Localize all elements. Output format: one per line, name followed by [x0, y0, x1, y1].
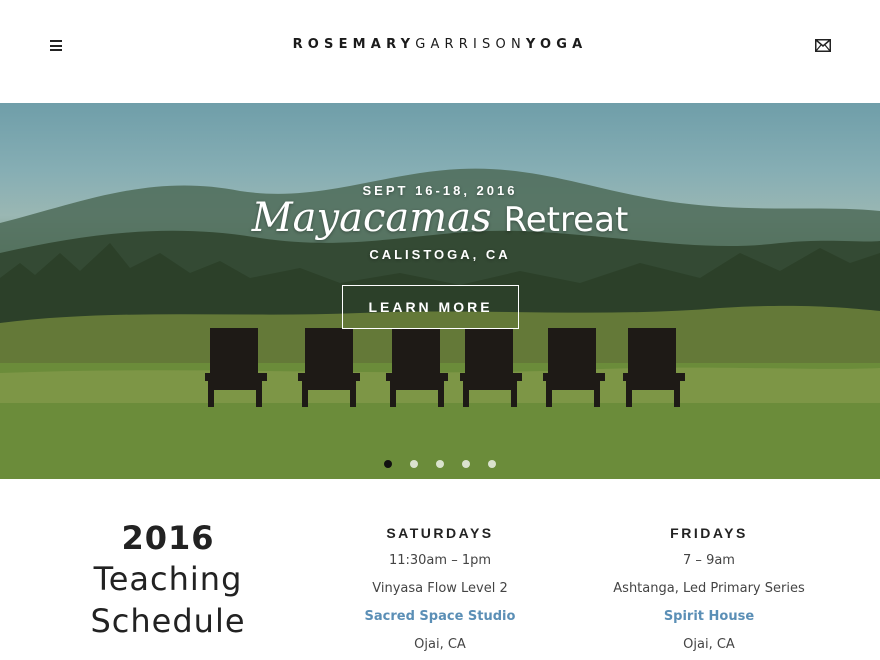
logo-part-garrison: GARRISON	[415, 37, 526, 52]
schedule-column-saturdays: SATURDAYS 11:30am – 1pm Vinyasa Flow Lev…	[300, 524, 580, 660]
schedule-time: 11:30am – 1pm	[388, 553, 492, 568]
learn-more-button[interactable]: LEARN MORE	[342, 285, 519, 329]
schedule-day: FRIDAYS	[670, 525, 748, 541]
slider-dot-5[interactable]	[488, 460, 497, 468]
hero-slider: SEPT 16-18, 2016 Mayacamas Retreat CALIS…	[0, 103, 880, 479]
slider-dot-3[interactable]	[436, 460, 444, 468]
schedule-studio-link[interactable]: Sacred Space Studio	[300, 608, 580, 636]
slider-pagination	[0, 453, 880, 472]
schedule-class: Vinyasa Flow Level 2	[372, 581, 508, 596]
hero-title: Mayacamas Retreat	[0, 195, 880, 241]
slider-dot-1[interactable]	[383, 460, 392, 468]
schedule-title-line1: Teaching	[93, 560, 243, 598]
logo-part-yoga: YOGA	[525, 37, 588, 52]
schedule-title-line2: Schedule	[90, 602, 246, 640]
site-logo[interactable]: ROSEMARYGARRISONYOGA	[0, 37, 880, 52]
slider-dot-2[interactable]	[409, 460, 418, 468]
site-header: ROSEMARYGARRISONYOGA	[0, 0, 880, 103]
schedule-year: 2016	[121, 519, 215, 557]
schedule-time: 7 – 9am	[683, 553, 735, 568]
schedule-studio-link[interactable]: Spirit House	[569, 608, 849, 636]
logo-part-rosemary: ROSEMARY	[292, 37, 416, 52]
slider-dot-4[interactable]	[462, 460, 471, 468]
schedule-class: Ashtanga, Led Primary Series	[613, 581, 805, 596]
schedule-city: Ojai, CA	[414, 637, 466, 652]
envelope-icon[interactable]	[815, 39, 831, 52]
schedule-day: SATURDAYS	[386, 525, 494, 541]
schedule-heading: 2016 Teaching Schedule	[58, 518, 278, 642]
schedule-column-fridays: FRIDAYS 7 – 9am Ashtanga, Led Primary Se…	[569, 524, 849, 660]
schedule-city: Ojai, CA	[683, 637, 735, 652]
hero-title-script: Mayacamas	[251, 195, 492, 241]
hero-title-plain: Retreat	[503, 200, 629, 240]
hero-location: CALISTOGA, CA	[369, 247, 511, 262]
